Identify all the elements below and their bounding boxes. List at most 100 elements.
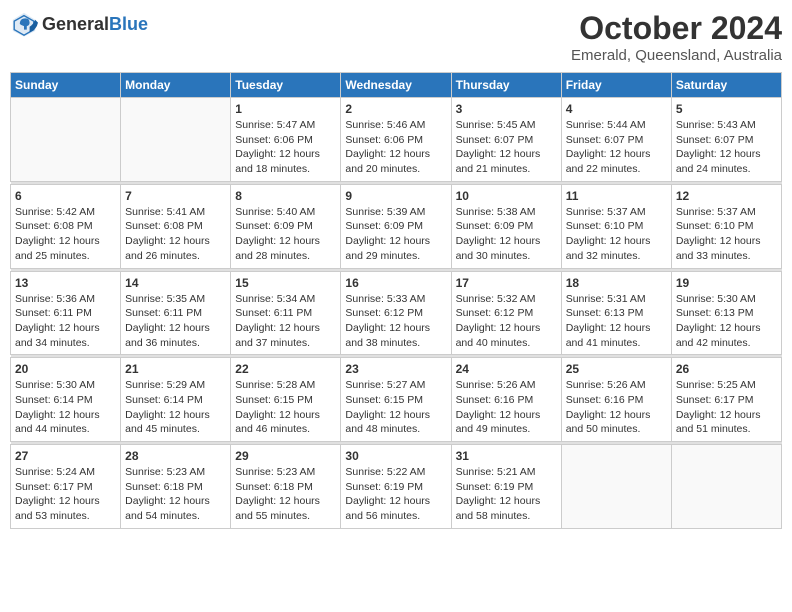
day-detail: Sunrise: 5:26 AM Sunset: 6:16 PM Dayligh… bbox=[566, 378, 667, 437]
calendar-cell: 12Sunrise: 5:37 AM Sunset: 6:10 PM Dayli… bbox=[671, 184, 781, 268]
day-number: 25 bbox=[566, 362, 667, 376]
day-number: 7 bbox=[125, 189, 226, 203]
day-detail: Sunrise: 5:43 AM Sunset: 6:07 PM Dayligh… bbox=[676, 118, 777, 177]
week-row-2: 6Sunrise: 5:42 AM Sunset: 6:08 PM Daylig… bbox=[11, 184, 782, 268]
calendar-cell bbox=[11, 98, 121, 182]
day-detail: Sunrise: 5:37 AM Sunset: 6:10 PM Dayligh… bbox=[676, 205, 777, 264]
day-detail: Sunrise: 5:29 AM Sunset: 6:14 PM Dayligh… bbox=[125, 378, 226, 437]
day-number: 16 bbox=[345, 276, 446, 290]
calendar-cell: 7 Sunrise: 5:41 AM Sunset: 6:08 PM Daylig… bbox=[121, 184, 231, 268]
weekday-header-saturday: Saturday bbox=[671, 73, 781, 98]
weekday-header-row: SundayMondayTuesdayWednesdayThursdayFrid… bbox=[11, 73, 782, 98]
calendar-cell: 29Sunrise: 5:23 AM Sunset: 6:18 PM Dayli… bbox=[231, 445, 341, 529]
day-number: 29 bbox=[235, 449, 336, 463]
day-detail: Sunrise: 5:35 AM Sunset: 6:11 PM Dayligh… bbox=[125, 292, 226, 351]
logo-icon bbox=[10, 10, 38, 38]
day-number: 10 bbox=[456, 189, 557, 203]
calendar-cell: 11 Sunrise: 5:37 AM Sunset: 6:10 PM Dayli… bbox=[561, 184, 671, 268]
calendar-cell: 10 Sunrise: 5:38 AM Sunset: 6:09 PM Dayli… bbox=[451, 184, 561, 268]
logo: General Blue bbox=[10, 10, 148, 38]
day-detail: Sunrise: 5:40 AM Sunset: 6:09 PM Dayligh… bbox=[235, 205, 336, 264]
day-number: 14 bbox=[125, 276, 226, 290]
day-number: 3 bbox=[456, 102, 557, 116]
day-detail: Sunrise: 5:36 AM Sunset: 6:11 PM Dayligh… bbox=[15, 292, 116, 351]
calendar-cell: 4 Sunrise: 5:44 AM Sunset: 6:07 PM Daylig… bbox=[561, 98, 671, 182]
day-number: 24 bbox=[456, 362, 557, 376]
logo-general: General bbox=[42, 14, 109, 35]
week-row-1: 1Sunrise: 5:47 AM Sunset: 6:06 PM Daylig… bbox=[11, 98, 782, 182]
day-number: 23 bbox=[345, 362, 446, 376]
day-detail: Sunrise: 5:44 AM Sunset: 6:07 PM Dayligh… bbox=[566, 118, 667, 177]
day-detail: Sunrise: 5:23 AM Sunset: 6:18 PM Dayligh… bbox=[125, 465, 226, 524]
calendar-cell: 2Sunrise: 5:46 AM Sunset: 6:06 PM Daylig… bbox=[341, 98, 451, 182]
day-number: 5 bbox=[676, 102, 777, 116]
day-number: 4 bbox=[566, 102, 667, 116]
calendar-cell bbox=[671, 445, 781, 529]
calendar-cell: 6Sunrise: 5:42 AM Sunset: 6:08 PM Daylig… bbox=[11, 184, 121, 268]
day-detail: Sunrise: 5:26 AM Sunset: 6:16 PM Dayligh… bbox=[456, 378, 557, 437]
calendar-cell bbox=[561, 445, 671, 529]
day-number: 20 bbox=[15, 362, 116, 376]
day-number: 26 bbox=[676, 362, 777, 376]
day-detail: Sunrise: 5:47 AM Sunset: 6:06 PM Dayligh… bbox=[235, 118, 336, 177]
day-detail: Sunrise: 5:22 AM Sunset: 6:19 PM Dayligh… bbox=[345, 465, 446, 524]
month-title: October 2024 bbox=[571, 10, 782, 47]
calendar-cell: 21 Sunrise: 5:29 AM Sunset: 6:14 PM Dayli… bbox=[121, 358, 231, 442]
location: Emerald, Queensland, Australia bbox=[571, 47, 782, 64]
calendar-cell: 15 Sunrise: 5:34 AM Sunset: 6:11 PM Dayli… bbox=[231, 271, 341, 355]
day-number: 13 bbox=[15, 276, 116, 290]
day-detail: Sunrise: 5:41 AM Sunset: 6:08 PM Dayligh… bbox=[125, 205, 226, 264]
calendar-cell: 27Sunrise: 5:24 AM Sunset: 6:17 PM Dayli… bbox=[11, 445, 121, 529]
day-detail: Sunrise: 5:32 AM Sunset: 6:12 PM Dayligh… bbox=[456, 292, 557, 351]
day-number: 11 bbox=[566, 189, 667, 203]
calendar-cell: 25 Sunrise: 5:26 AM Sunset: 6:16 PM Dayli… bbox=[561, 358, 671, 442]
calendar-cell: 1Sunrise: 5:47 AM Sunset: 6:06 PM Daylig… bbox=[231, 98, 341, 182]
day-detail: Sunrise: 5:30 AM Sunset: 6:13 PM Dayligh… bbox=[676, 292, 777, 351]
day-number: 27 bbox=[15, 449, 116, 463]
day-detail: Sunrise: 5:33 AM Sunset: 6:12 PM Dayligh… bbox=[345, 292, 446, 351]
day-detail: Sunrise: 5:30 AM Sunset: 6:14 PM Dayligh… bbox=[15, 378, 116, 437]
logo-blue: Blue bbox=[109, 14, 148, 35]
day-number: 30 bbox=[345, 449, 446, 463]
day-detail: Sunrise: 5:31 AM Sunset: 6:13 PM Dayligh… bbox=[566, 292, 667, 351]
day-number: 8 bbox=[235, 189, 336, 203]
day-detail: Sunrise: 5:39 AM Sunset: 6:09 PM Dayligh… bbox=[345, 205, 446, 264]
day-number: 9 bbox=[345, 189, 446, 203]
calendar: SundayMondayTuesdayWednesdayThursdayFrid… bbox=[10, 72, 782, 529]
calendar-cell: 26 Sunrise: 5:25 AM Sunset: 6:17 PM Dayli… bbox=[671, 358, 781, 442]
day-number: 15 bbox=[235, 276, 336, 290]
calendar-cell: 9 Sunrise: 5:39 AM Sunset: 6:09 PM Daylig… bbox=[341, 184, 451, 268]
calendar-cell: 24 Sunrise: 5:26 AM Sunset: 6:16 PM Dayli… bbox=[451, 358, 561, 442]
day-number: 19 bbox=[676, 276, 777, 290]
day-detail: Sunrise: 5:37 AM Sunset: 6:10 PM Dayligh… bbox=[566, 205, 667, 264]
day-detail: Sunrise: 5:45 AM Sunset: 6:07 PM Dayligh… bbox=[456, 118, 557, 177]
logo-text: General Blue bbox=[42, 14, 148, 35]
calendar-cell: 23 Sunrise: 5:27 AM Sunset: 6:15 PM Dayli… bbox=[341, 358, 451, 442]
day-number: 6 bbox=[15, 189, 116, 203]
calendar-cell: 8 Sunrise: 5:40 AM Sunset: 6:09 PM Daylig… bbox=[231, 184, 341, 268]
weekday-header-sunday: Sunday bbox=[11, 73, 121, 98]
day-detail: Sunrise: 5:38 AM Sunset: 6:09 PM Dayligh… bbox=[456, 205, 557, 264]
page-header: General Blue October 2024 Emerald, Queen… bbox=[10, 10, 782, 64]
weekday-header-monday: Monday bbox=[121, 73, 231, 98]
day-detail: Sunrise: 5:27 AM Sunset: 6:15 PM Dayligh… bbox=[345, 378, 446, 437]
calendar-cell: 31Sunrise: 5:21 AM Sunset: 6:19 PM Dayli… bbox=[451, 445, 561, 529]
weekday-header-tuesday: Tuesday bbox=[231, 73, 341, 98]
day-number: 2 bbox=[345, 102, 446, 116]
day-detail: Sunrise: 5:21 AM Sunset: 6:19 PM Dayligh… bbox=[456, 465, 557, 524]
calendar-cell: 22 Sunrise: 5:28 AM Sunset: 6:15 PM Dayli… bbox=[231, 358, 341, 442]
day-number: 22 bbox=[235, 362, 336, 376]
calendar-cell: 30 Sunrise: 5:22 AM Sunset: 6:19 PM Dayli… bbox=[341, 445, 451, 529]
weekday-header-thursday: Thursday bbox=[451, 73, 561, 98]
calendar-cell: 5 Sunrise: 5:43 AM Sunset: 6:07 PM Daylig… bbox=[671, 98, 781, 182]
day-detail: Sunrise: 5:34 AM Sunset: 6:11 PM Dayligh… bbox=[235, 292, 336, 351]
week-row-3: 13 Sunrise: 5:36 AM Sunset: 6:11 PM Dayli… bbox=[11, 271, 782, 355]
weekday-header-wednesday: Wednesday bbox=[341, 73, 451, 98]
calendar-cell: 17Sunrise: 5:32 AM Sunset: 6:12 PM Dayli… bbox=[451, 271, 561, 355]
title-block: October 2024 Emerald, Queensland, Austra… bbox=[571, 10, 782, 64]
day-number: 21 bbox=[125, 362, 226, 376]
week-row-5: 27Sunrise: 5:24 AM Sunset: 6:17 PM Dayli… bbox=[11, 445, 782, 529]
day-detail: Sunrise: 5:28 AM Sunset: 6:15 PM Dayligh… bbox=[235, 378, 336, 437]
calendar-cell: 13 Sunrise: 5:36 AM Sunset: 6:11 PM Dayli… bbox=[11, 271, 121, 355]
day-detail: Sunrise: 5:25 AM Sunset: 6:17 PM Dayligh… bbox=[676, 378, 777, 437]
